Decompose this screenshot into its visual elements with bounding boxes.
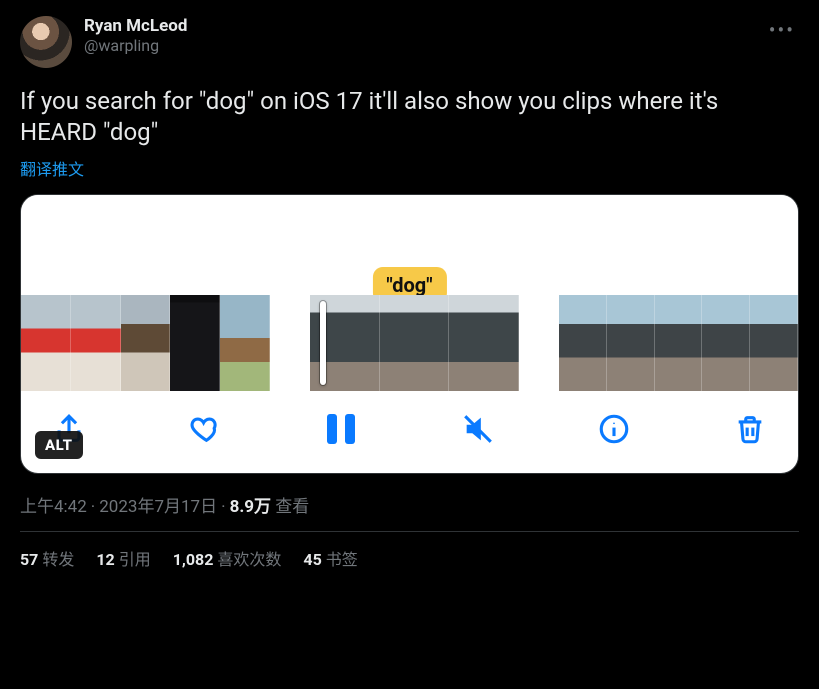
pause-icon	[327, 414, 355, 444]
views-label: 查看	[275, 497, 309, 517]
info-button[interactable]	[594, 409, 634, 449]
media-whitespace: "dog"	[21, 195, 798, 295]
mute-button[interactable]	[458, 409, 498, 449]
quote-count: 12	[96, 550, 114, 569]
media-toolbar	[21, 391, 798, 473]
bookmark-count: 45	[303, 550, 321, 569]
clip-group-1[interactable]	[21, 295, 270, 391]
clip-frame[interactable]	[607, 295, 655, 391]
stats-row: 57转发 12 引用 1,082喜欢次数 45 书签	[20, 546, 799, 580]
clip-frame[interactable]	[71, 295, 121, 391]
clip-frame[interactable]	[380, 295, 450, 391]
alt-badge[interactable]: ALT	[35, 431, 83, 459]
clip-frame[interactable]	[449, 295, 519, 391]
like-label: 喜欢次数	[217, 550, 281, 569]
tweet-date[interactable]: 2023年7月17日	[99, 497, 217, 517]
mute-icon	[461, 412, 495, 446]
tweet-text: If you search for "dog" on iOS 17 it'll …	[20, 86, 799, 148]
playhead[interactable]	[320, 301, 326, 385]
avatar[interactable]	[20, 16, 72, 68]
like-count: 1,082	[173, 550, 214, 569]
tweet-time[interactable]: 上午4:42	[20, 497, 87, 517]
clip-frame[interactable]	[559, 295, 607, 391]
media-card[interactable]: "dog"	[20, 194, 799, 474]
timeline-strip[interactable]	[21, 295, 798, 391]
trash-icon	[733, 412, 767, 446]
display-name: Ryan McLeod	[84, 16, 187, 36]
bookmark-label: 书签	[326, 550, 358, 569]
translate-link[interactable]: 翻译推文	[20, 156, 799, 180]
retweet-count: 57	[20, 550, 38, 569]
clip-frame[interactable]	[655, 295, 703, 391]
stat-retweets[interactable]: 57转发	[20, 546, 74, 570]
stat-likes[interactable]: 1,082喜欢次数	[173, 546, 282, 570]
heart-icon	[188, 412, 222, 446]
handle: @warpling	[84, 36, 187, 55]
divider	[20, 531, 799, 532]
tweet-container: Ryan McLeod @warpling ••• If you search …	[0, 0, 819, 580]
pause-button[interactable]	[321, 409, 361, 449]
view-count: 8.9万	[230, 497, 271, 517]
more-button[interactable]: •••	[765, 16, 799, 44]
tweet-header: Ryan McLeod @warpling •••	[20, 16, 799, 68]
clip-frame[interactable]	[21, 295, 71, 391]
clip-frame[interactable]	[220, 295, 270, 391]
trash-button[interactable]	[730, 409, 770, 449]
stat-quotes[interactable]: 12 引用	[96, 546, 150, 570]
clip-frame[interactable]	[750, 295, 798, 391]
quote-label: 引用	[119, 550, 151, 569]
like-button[interactable]	[185, 409, 225, 449]
clip-group-3[interactable]	[559, 295, 798, 391]
clip-frame[interactable]	[702, 295, 750, 391]
clip-group-2[interactable]	[310, 295, 519, 391]
stat-bookmarks[interactable]: 45 书签	[303, 546, 357, 570]
clip-frame[interactable]	[170, 295, 220, 391]
info-icon	[597, 412, 631, 446]
tweet-meta: 上午4:42·2023年7月17日·8.9万 查看	[20, 492, 799, 517]
author-block[interactable]: Ryan McLeod @warpling	[84, 16, 187, 56]
clip-frame[interactable]	[121, 295, 171, 391]
retweet-label: 转发	[42, 550, 74, 569]
